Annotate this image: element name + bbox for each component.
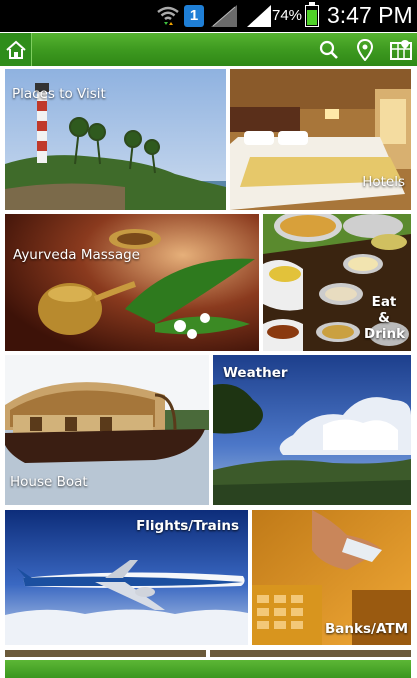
action-bar	[0, 33, 417, 66]
no-signal-icon	[211, 5, 237, 27]
tile-label: Hotels	[362, 174, 405, 190]
home-icon	[5, 40, 26, 59]
partial-tile	[210, 650, 411, 657]
partial-tile	[5, 650, 206, 657]
next-row-tiles	[5, 650, 411, 657]
tile-label: Places to Visit	[12, 86, 106, 102]
clock: 3:47 PM	[327, 2, 413, 28]
tile-places-to-visit[interactable]: Places to Visit	[5, 69, 226, 210]
home-button[interactable]	[0, 33, 32, 66]
tile-house-boat[interactable]: House Boat	[5, 355, 209, 505]
status-bar: 1 74% 3:47 PM	[0, 0, 417, 32]
battery-icon	[305, 2, 319, 27]
sim-badge: 1	[184, 5, 204, 27]
tile-label: Eat & Drink	[364, 294, 406, 342]
battery-fill	[307, 10, 317, 25]
tile-flights-trains[interactable]: Flights/Trains	[5, 510, 248, 645]
tile-weather[interactable]: Weather	[213, 355, 411, 505]
tile-eat-and-drink[interactable]: Eat & Drink	[263, 214, 411, 351]
search-icon	[319, 40, 338, 59]
tile-banks-atm[interactable]: Banks/ATM	[252, 510, 411, 645]
footer-bar	[5, 660, 411, 678]
tile-label: Banks/ATM	[325, 621, 408, 637]
ayurveda-image	[5, 214, 259, 351]
battery-percent: 74%	[272, 7, 303, 24]
map-icon	[389, 39, 412, 60]
tile-label: Flights/Trains	[136, 518, 239, 534]
map-button[interactable]	[384, 33, 417, 66]
signal-icon	[247, 5, 271, 27]
tile-hotels[interactable]: Hotels	[230, 69, 411, 210]
tile-ayurveda-massage[interactable]: Ayurveda Massage	[5, 214, 259, 351]
location-pin-icon	[357, 38, 373, 61]
tile-label: Ayurveda Massage	[13, 247, 140, 263]
wifi-icon	[157, 6, 179, 25]
tile-label: House Boat	[10, 474, 88, 490]
location-button[interactable]	[350, 33, 380, 66]
search-button[interactable]	[314, 33, 344, 66]
tile-label: Weather	[223, 365, 288, 381]
